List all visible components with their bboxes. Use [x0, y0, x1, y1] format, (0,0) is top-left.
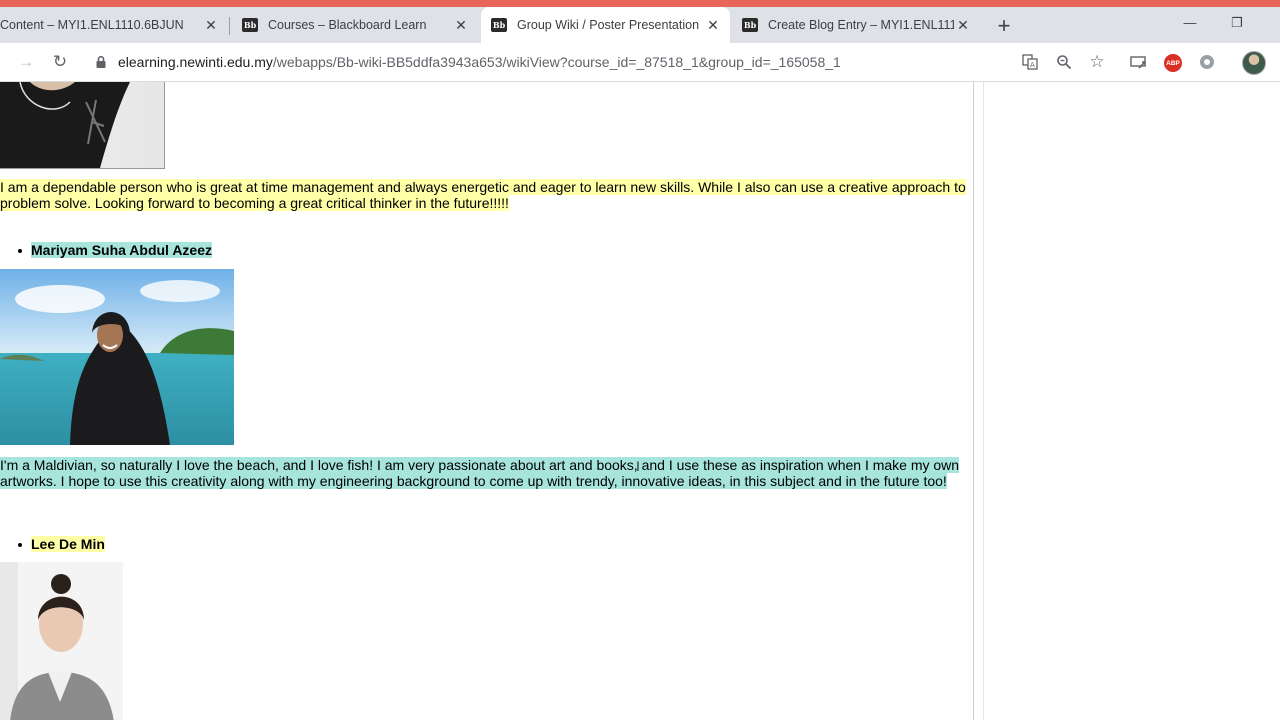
sidebar-divider — [983, 82, 984, 720]
url-path: /webapps/Bb-wiki-BB5ddfa3943a653/wikiVie… — [272, 54, 841, 70]
member-photo — [0, 269, 234, 445]
bullet-icon — [18, 543, 22, 548]
member-list-item: Mariyam Suha Abdul Azeez — [18, 242, 213, 258]
browser-toolbar: → ↻ elearning.newinti.edu.my/webapps/Bb-… — [0, 43, 1280, 82]
star-icon[interactable]: ☆ — [1087, 52, 1107, 72]
address-bar[interactable]: elearning.newinti.edu.my/webapps/Bb-wiki… — [118, 54, 841, 70]
translate-icon[interactable]: A — [1020, 52, 1040, 72]
bullet-icon — [18, 249, 22, 254]
reload-icon[interactable]: ↻ — [49, 51, 71, 73]
tab-courses[interactable]: Bb Courses – Blackboard Learn ✕ — [232, 7, 478, 43]
close-icon[interactable]: ✕ — [202, 16, 220, 34]
tab-label: Group Wiki / Poster Presentation — [517, 18, 700, 32]
tab-label: Create Blog Entry – MYI1.ENL111 — [768, 18, 954, 32]
member-photo — [0, 82, 165, 169]
member-name: Mariyam Suha Abdul Azeez — [31, 242, 213, 258]
lock-icon[interactable] — [94, 55, 108, 69]
tab-group-wiki[interactable]: Bb Group Wiki / Poster Presentation ✕ — [481, 7, 730, 43]
tab-separator — [229, 17, 230, 35]
tab-bar: Content – MYI1.ENL1110.6BJUN ✕ Bb Course… — [0, 7, 1280, 43]
bio-text: I am a dependable person who is great at… — [0, 179, 966, 211]
tab-create-blog[interactable]: Bb Create Blog Entry – MYI1.ENL111 ✕ — [732, 7, 980, 43]
blackboard-icon: Bb — [742, 18, 758, 32]
svg-text:A: A — [1030, 61, 1035, 69]
blackboard-icon: Bb — [242, 18, 258, 32]
bio-text: I'm a Maldivian, so naturally I love the… — [0, 457, 960, 489]
new-tab-icon[interactable]: + — [992, 13, 1016, 38]
member-list-item: Lee De Min — [18, 536, 105, 552]
close-icon[interactable]: ✕ — [452, 16, 470, 34]
member-bio: I am a dependable person who is great at… — [0, 179, 970, 211]
restore-icon[interactable]: ❐ — [1222, 15, 1252, 31]
window-top-strip — [0, 0, 1280, 7]
text-cursor-icon: I — [636, 458, 640, 474]
zoom-icon[interactable] — [1054, 52, 1074, 72]
profile-avatar[interactable] — [1242, 51, 1266, 75]
tab-content[interactable]: Content – MYI1.ENL1110.6BJUN ✕ — [0, 7, 228, 43]
wiki-content: I am a dependable person who is great at… — [0, 82, 973, 720]
content-divider — [973, 82, 974, 720]
member-photo — [0, 562, 123, 720]
member-bio: I'm a Maldivian, so naturally I love the… — [0, 457, 962, 489]
adblock-icon[interactable]: ABP — [1164, 54, 1182, 72]
close-icon[interactable]: ✕ — [954, 16, 972, 34]
extension-icon[interactable] — [1197, 52, 1217, 72]
member-name: Lee De Min — [31, 536, 105, 552]
url-domain: elearning.newinti.edu.my — [118, 54, 273, 70]
forward-icon[interactable]: → — [15, 51, 37, 73]
tab-label: Content – MYI1.ENL1110.6BJUN — [0, 18, 184, 32]
close-icon[interactable]: ✕ — [704, 16, 722, 34]
blackboard-icon: Bb — [491, 18, 507, 32]
tab-label: Courses – Blackboard Learn — [268, 18, 427, 32]
minimize-icon[interactable]: — — [1175, 15, 1205, 30]
cast-icon[interactable] — [1129, 52, 1149, 72]
